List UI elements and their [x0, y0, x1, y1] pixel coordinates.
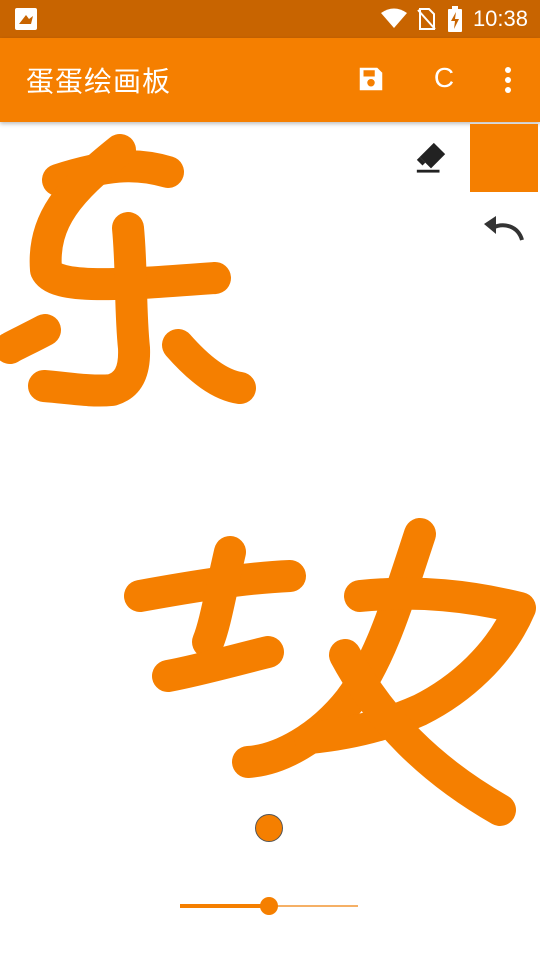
app-bar: 蛋蛋绘画板 C — [0, 38, 540, 122]
app-title: 蛋蛋绘画板 — [26, 65, 172, 98]
current-color-swatch[interactable] — [470, 124, 538, 192]
status-time: 10:38 — [472, 6, 528, 31]
no-sim-icon — [417, 8, 436, 30]
undo-icon[interactable] — [482, 214, 526, 244]
stroke-dong-4 — [0, 314, 61, 364]
stroke-po-3 — [152, 636, 284, 692]
save-icon[interactable] — [356, 64, 386, 94]
more-vert-icon[interactable] — [498, 66, 518, 94]
stroke-po-2 — [192, 536, 246, 658]
battery-charging-icon — [448, 6, 462, 32]
brush-size-slider[interactable] — [180, 896, 360, 916]
status-bar: 10:38 — [0, 0, 540, 38]
wifi-icon — [381, 8, 407, 28]
slider-thumb — [260, 897, 278, 915]
clear-button[interactable]: C — [430, 56, 458, 100]
eraser-icon[interactable] — [414, 140, 448, 174]
brush-preview-dot — [255, 814, 283, 842]
app-notification-icon — [15, 8, 37, 30]
stroke-dong-5 — [162, 329, 256, 404]
